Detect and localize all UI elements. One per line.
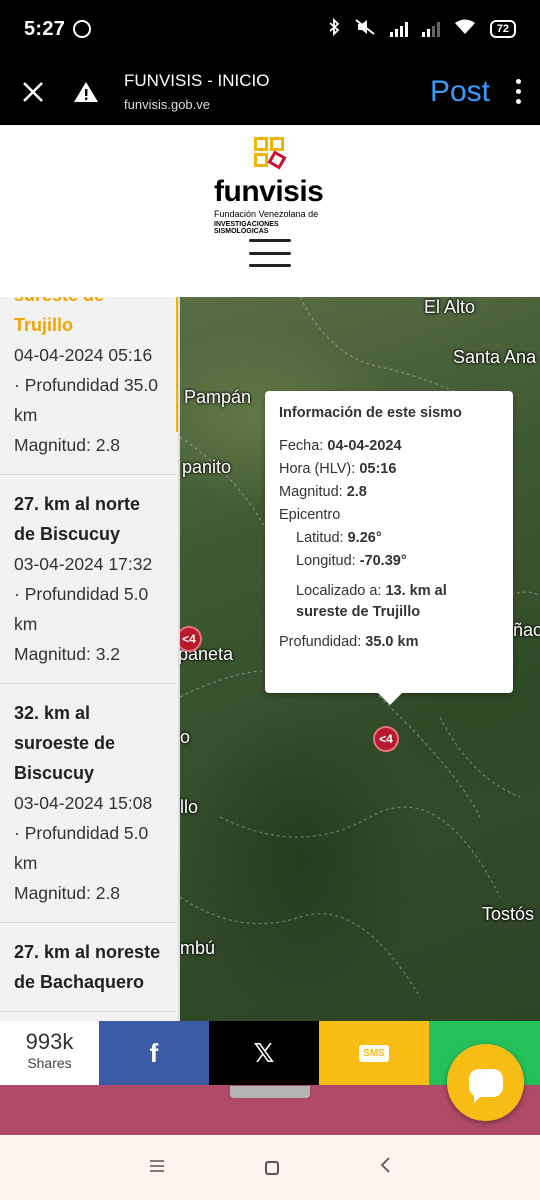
system-nav-bar — [0, 1135, 540, 1200]
share-count-number: 993k — [25, 1029, 74, 1054]
earthquake-location: sureste de Trujillo — [14, 297, 104, 335]
earthquake-location: 27. km al noreste de Bachaquero — [14, 942, 161, 992]
sms-share-button[interactable]: SMS — [319, 1021, 429, 1085]
map-label-el-alto: El Alto — [424, 297, 476, 317]
sms-icon: SMS — [359, 1044, 389, 1062]
earthquake-location: 32. km al suroeste de Biscucuy — [14, 703, 116, 783]
signal-icon-2 — [421, 21, 440, 37]
battery-icon: 72 — [489, 20, 516, 38]
earthquake-item[interactable]: 27. km al norte de Biscucuy 03-04-2024 1… — [0, 475, 176, 684]
wifi-icon — [454, 19, 476, 40]
post-button[interactable]: Post — [430, 75, 504, 109]
popup-date-row: Fecha: 04-04-2024 — [279, 435, 499, 458]
popup-time-value: 05:16 — [359, 461, 397, 477]
status-time: 5:27 — [24, 17, 66, 40]
earthquake-marker-selected[interactable]: <4 — [373, 726, 399, 752]
popup-longitude-value: -70.39° — [359, 553, 407, 569]
popup-magnitude-label: Magnitud: — [279, 484, 343, 500]
signal-icon-1 — [389, 21, 408, 37]
map-label-o: o — [180, 727, 191, 747]
chat-icon — [468, 1068, 503, 1103]
x-share-button[interactable]: 𝕏 — [209, 1021, 319, 1085]
close-icon — [23, 81, 43, 102]
earthquake-depth: · Profundidad 35.0 km — [14, 375, 158, 425]
scroll-handle[interactable] — [230, 1086, 310, 1098]
x-icon: 𝕏 — [253, 1037, 275, 1068]
popup-magnitude-value: 2.8 — [346, 484, 367, 500]
logo-squares-icon — [254, 137, 290, 173]
facebook-share-button[interactable]: f — [99, 1021, 209, 1085]
site-header: funvisis Fundación Venezolana de INVESTI… — [0, 125, 540, 297]
map-label-panito: panito — [182, 457, 232, 477]
map-label-llo: llo — [180, 797, 199, 817]
recents-icon[interactable] — [149, 1156, 165, 1179]
earthquake-item[interactable]: 32. km al suroeste de Biscucuy 03-04-202… — [0, 684, 176, 923]
popup-depth-label: Profundidad: — [279, 634, 362, 650]
earthquake-depth: · Profundidad 5.0 km — [14, 823, 149, 873]
popup-date-label: Fecha: — [279, 438, 324, 454]
popup-depth-value: 35.0 km — [365, 634, 419, 650]
whatsapp-notification-icon — [73, 20, 92, 38]
map-label-santa-ana: Santa Ana — [453, 347, 537, 367]
popup-latitude-label: Latitud: — [296, 530, 344, 546]
earthquake-list[interactable]: sureste de Trujillo 04-04-2024 05:16 · P… — [0, 297, 180, 1021]
menu-icon[interactable] — [249, 239, 291, 267]
popup-longitude-label: Longitud: — [296, 553, 356, 569]
map-label-mbu: mbú — [180, 938, 216, 958]
logo-subtitle-1: Fundación Venezolana de — [214, 209, 319, 219]
page-title: FUNVISIS - INICIO — [124, 71, 270, 90]
page-url: funvisis.gob.ve — [124, 97, 210, 112]
earthquake-info-popup: Información de este sismo Fecha: 04-04-2… — [265, 391, 513, 705]
status-icons: 72 — [328, 17, 516, 41]
earthquake-magnitude: Magnitud: 3.2 — [14, 644, 121, 664]
logo-word: funvisis — [214, 175, 324, 208]
earthquake-item[interactable]: sureste de Trujillo 04-04-2024 05:16 · P… — [0, 297, 178, 475]
popup-longitude-row: Longitud: -70.39° — [279, 550, 499, 573]
map-label-tostos: Tostós — [482, 904, 535, 924]
earthquake-depth: · Profundidad 5.0 km — [14, 584, 149, 634]
warning-icon[interactable] — [66, 81, 106, 103]
earthquake-magnitude: Magnitud: 2.8 — [14, 883, 121, 903]
facebook-icon: f — [149, 1037, 159, 1068]
page-title-box[interactable]: FUNVISIS - INICIO funvisis.gob.ve — [124, 71, 269, 112]
home-icon[interactable] — [265, 1160, 279, 1175]
popup-magnitude-row: Magnitud: 2.8 — [279, 481, 499, 504]
back-icon[interactable] — [379, 1156, 391, 1179]
browser-toolbar: FUNVISIS - INICIO funvisis.gob.ve Post — [0, 58, 540, 125]
popup-epicenter-label: Epicentro — [279, 507, 341, 523]
close-button[interactable] — [0, 58, 66, 125]
logo-subtitle-2: INVESTIGACIONES SISMOLÓGICAS — [214, 221, 279, 235]
popup-tail — [378, 693, 402, 705]
popup-latitude-row: Latitud: 9.26° — [279, 527, 499, 550]
earthquake-date: 04-04-2024 05:16 — [14, 345, 153, 365]
popup-time-row: Hora (HLV): 05:16 — [279, 458, 499, 481]
popup-date-value: 04-04-2024 — [327, 438, 402, 454]
popup-location-row: Localizado a: 13. km al sureste de Truji… — [279, 581, 499, 623]
earthquake-date: 03-04-2024 17:32 — [14, 554, 153, 574]
popup-time-label: Hora (HLV): — [279, 461, 356, 477]
bluetooth-icon — [328, 17, 340, 41]
popup-heading: Información de este sismo — [279, 405, 462, 421]
map-label-pampan: Pampán — [184, 387, 252, 407]
chat-button[interactable] — [447, 1044, 524, 1121]
status-bar: 5:27 72 — [0, 0, 540, 58]
funvisis-logo[interactable]: funvisis Fundación Venezolana de INVESTI… — [212, 135, 332, 245]
popup-latitude-value: 9.26° — [347, 530, 382, 546]
earthquake-magnitude: Magnitud: 2.8 — [14, 435, 121, 455]
share-count: 993k Shares — [0, 1021, 99, 1085]
popup-depth-row: Profundidad: 35.0 km — [279, 631, 499, 654]
mute-icon — [354, 18, 376, 41]
map-label-nac: ñac — [513, 620, 540, 640]
share-count-label: Shares — [27, 1055, 72, 1071]
map[interactable]: El Alto Santa Ana Pampán panito paneta l… — [180, 297, 540, 1021]
earthquake-location: 27. km al norte de Biscucuy — [14, 494, 141, 544]
earthquake-item[interactable]: 27. km al noreste de Bachaquero — [0, 923, 176, 1012]
earthquake-date: 03-04-2024 15:08 — [14, 793, 153, 813]
more-options-icon[interactable] — [504, 79, 532, 104]
popup-location-label: Localizado a: — [296, 583, 382, 599]
